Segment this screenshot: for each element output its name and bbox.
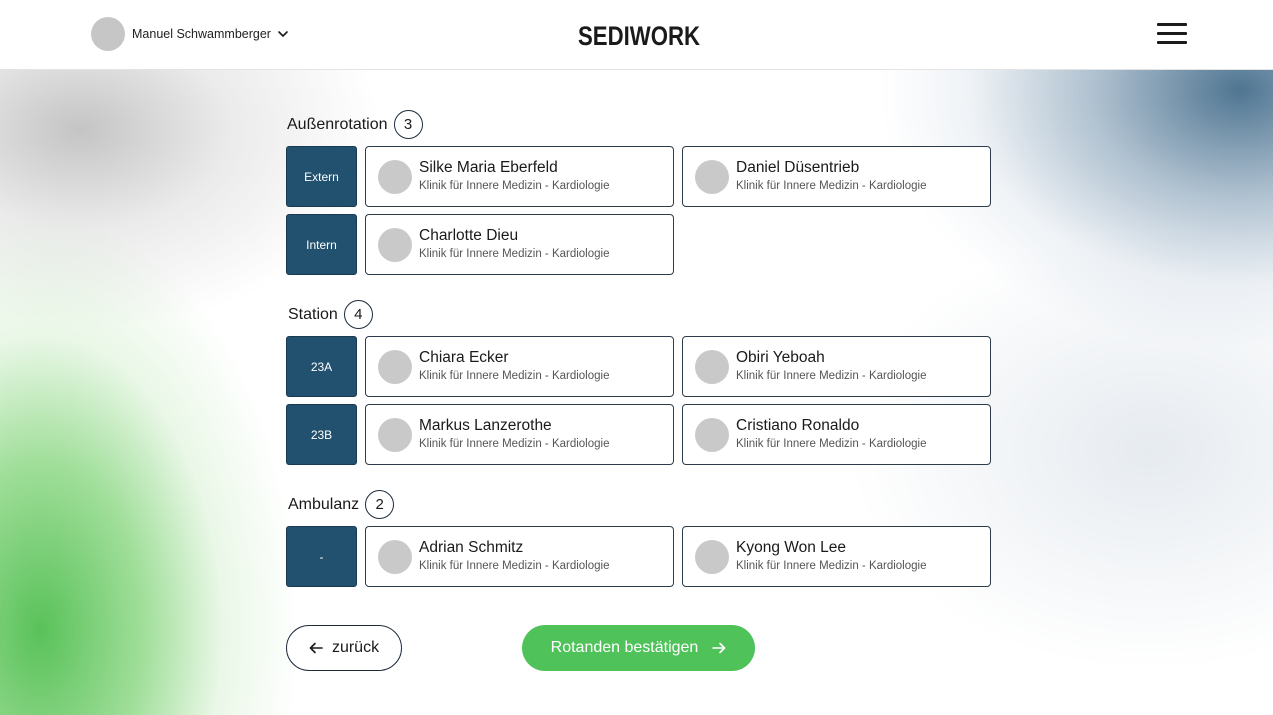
section-title: Station — [288, 305, 338, 323]
person-name: Adrian Schmitz — [419, 539, 524, 556]
person-department: Klinik für Innere Medizin - Kardiologie — [419, 560, 610, 572]
user-menu[interactable]: Manuel Schwammberger — [91, 17, 289, 51]
section-title: Außenrotation — [287, 115, 388, 133]
section-station: Station 4 — [288, 300, 373, 329]
person-department: Klinik für Innere Medizin - Kardiologie — [736, 560, 927, 572]
person-card[interactable]: Markus Lanzerothe Klinik für Innere Medi… — [365, 404, 674, 465]
person-department: Klinik für Innere Medizin - Kardiologie — [419, 438, 610, 450]
person-card[interactable]: Daniel Düsentrieb Klinik für Innere Medi… — [682, 146, 991, 207]
confirm-button-label: Rotanden bestätigen — [550, 639, 699, 656]
back-button[interactable]: zurück — [286, 625, 402, 671]
section-count-badge: 2 — [365, 490, 395, 519]
chevron-down-icon — [278, 31, 288, 37]
person-department: Klinik für Innere Medizin - Kardiologie — [736, 370, 927, 382]
rotation-tag-23a[interactable]: 23A — [286, 336, 357, 397]
person-name: Kyong Won Lee — [736, 539, 847, 556]
top-bar: Manuel Schwammberger SEDIWORK — [0, 0, 1273, 70]
rotation-tag-23b[interactable]: 23B — [286, 404, 357, 465]
person-avatar — [378, 349, 412, 384]
person-card[interactable]: Obiri Yeboah Klinik für Innere Medizin -… — [682, 336, 991, 397]
person-name: Chiara Ecker — [419, 349, 509, 366]
person-department: Klinik für Innere Medizin - Kardiologie — [419, 248, 610, 260]
person-avatar — [378, 159, 412, 194]
person-avatar — [378, 417, 412, 452]
person-card[interactable]: Kyong Won Lee Klinik für Innere Medizin … — [682, 526, 991, 587]
person-department: Klinik für Innere Medizin - Kardiologie — [736, 438, 927, 450]
sediwork-logo: SEDIWORK — [578, 21, 700, 48]
rotation-tag-intern[interactable]: Intern — [286, 214, 357, 275]
person-card[interactable]: Silke Maria Eberfeld Klinik für Innere M… — [365, 146, 674, 207]
rotation-tag-none[interactable]: - — [286, 526, 357, 587]
back-button-label: zurück — [331, 639, 380, 656]
person-department: Klinik für Innere Medizin - Kardiologie — [419, 180, 610, 192]
person-avatar — [378, 539, 412, 574]
person-name: Markus Lanzerothe — [419, 417, 552, 434]
person-card[interactable]: Adrian Schmitz Klinik für Innere Medizin… — [365, 526, 674, 587]
section-title: Ambulanz — [288, 495, 360, 513]
person-card[interactable]: Cristiano Ronaldo Klinik für Innere Medi… — [682, 404, 991, 465]
arrow-right-icon — [712, 642, 726, 654]
confirm-rotation-button[interactable]: Rotanden bestätigen — [522, 625, 755, 671]
person-avatar — [695, 417, 729, 452]
section-count-badge: 3 — [393, 110, 423, 139]
hamburger-menu-icon[interactable] — [1157, 23, 1187, 47]
arrow-left-icon — [309, 642, 323, 654]
section-aussenrotation: Außenrotation 3 — [287, 110, 423, 139]
person-name: Cristiano Ronaldo — [736, 417, 860, 434]
section-ambulanz: Ambulanz 2 — [288, 490, 395, 519]
person-avatar — [695, 539, 729, 574]
person-name: Charlotte Dieu — [419, 227, 519, 244]
person-name: Obiri Yeboah — [736, 349, 825, 366]
person-avatar — [695, 159, 729, 194]
person-department: Klinik für Innere Medizin - Kardiologie — [736, 180, 927, 192]
person-name: Silke Maria Eberfeld — [419, 159, 558, 176]
svg-text:SEDIWORK: SEDIWORK — [578, 21, 700, 48]
rotation-tag-extern[interactable]: Extern — [286, 146, 357, 207]
person-card[interactable]: Charlotte Dieu Klinik für Innere Medizin… — [365, 214, 674, 275]
section-count-badge: 4 — [343, 300, 373, 329]
person-avatar — [695, 349, 729, 384]
person-department: Klinik für Innere Medizin - Kardiologie — [419, 370, 610, 382]
person-name: Daniel Düsentrieb — [736, 159, 860, 176]
person-avatar — [378, 227, 412, 262]
user-avatar — [91, 17, 125, 51]
person-card[interactable]: Chiara Ecker Klinik für Innere Medizin -… — [365, 336, 674, 397]
user-name: Manuel Schwammberger — [132, 27, 271, 41]
